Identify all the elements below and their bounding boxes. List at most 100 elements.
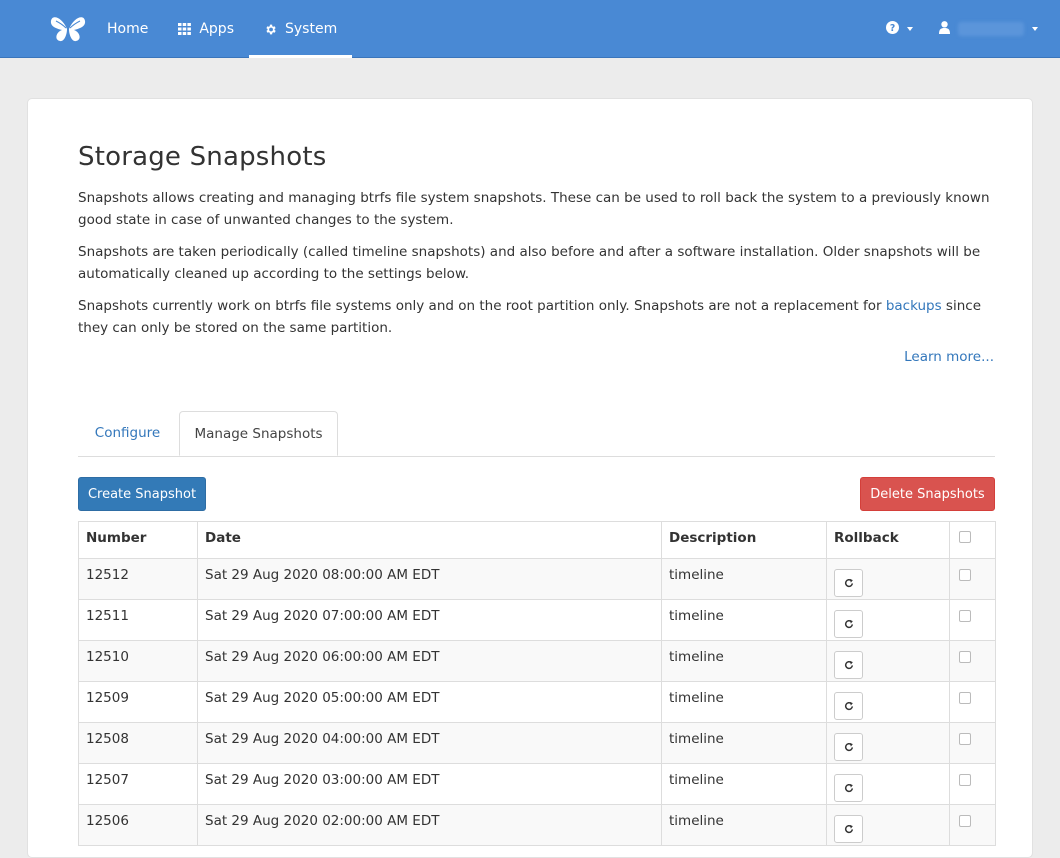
row-select-checkbox[interactable]: [959, 569, 971, 581]
table-row: 12511 Sat 29 Aug 2020 07:00:00 AM EDT time…: [78, 599, 996, 641]
row-select-checkbox[interactable]: [959, 692, 971, 704]
cell-rollback: [826, 558, 950, 600]
help-dropdown[interactable]: ?: [886, 20, 913, 38]
rollback-button[interactable]: [834, 569, 863, 597]
cell-date: Sat 29 Aug 2020 03:00:00 AM EDT: [197, 763, 662, 805]
cell-number: 12508: [78, 722, 198, 764]
cell-date: Sat 29 Aug 2020 02:00:00 AM EDT: [197, 804, 662, 846]
header-select-all: [949, 521, 996, 559]
user-dropdown[interactable]: [939, 20, 1038, 38]
cell-description: timeline: [661, 681, 827, 723]
question-circle-icon: ?: [886, 20, 899, 38]
select-all-checkbox[interactable]: [959, 531, 971, 543]
intro-paragraph-1: Snapshots allows creating and managing b…: [78, 190, 990, 228]
cell-description: timeline: [661, 558, 827, 600]
help-caret-icon: [907, 27, 913, 31]
tab-manage-snapshots[interactable]: Manage Snapshots: [179, 411, 338, 456]
top-navbar: Home Apps System ?: [0, 0, 1060, 58]
header-date: Date: [197, 521, 662, 559]
header-description: Description: [661, 521, 827, 559]
rollback-button[interactable]: [834, 692, 863, 720]
snapshots-table: Number Date Description Rollback 12512 Sa…: [78, 521, 996, 846]
row-select-checkbox[interactable]: [959, 733, 971, 745]
cell-rollback: [826, 722, 950, 764]
rollback-button[interactable]: [834, 651, 863, 679]
user-icon: [939, 20, 950, 38]
refresh-icon: [844, 660, 854, 670]
cell-number: 12509: [78, 681, 198, 723]
table-row: 12506 Sat 29 Aug 2020 02:00:00 AM EDT time…: [78, 804, 996, 846]
table-row: 12508 Sat 29 Aug 2020 04:00:00 AM EDT time…: [78, 722, 996, 764]
cell-date: Sat 29 Aug 2020 05:00:00 AM EDT: [197, 681, 662, 723]
cell-description: timeline: [661, 599, 827, 641]
cell-select: [949, 599, 996, 641]
cell-select: [949, 640, 996, 682]
grid-icon: [178, 23, 192, 35]
cell-select: [949, 763, 996, 805]
cell-number: 12512: [78, 558, 198, 600]
page-title: Storage Snapshots: [78, 142, 327, 172]
cell-number: 12511: [78, 599, 198, 641]
refresh-icon: [844, 783, 854, 793]
cell-rollback: [826, 804, 950, 846]
rollback-button[interactable]: [834, 774, 863, 802]
cell-select: [949, 558, 996, 600]
backups-link[interactable]: backups: [886, 298, 942, 314]
svg-text:?: ?: [890, 23, 895, 34]
nav-apps-label: Apps: [199, 21, 234, 37]
nav-left: Home Apps System: [48, 0, 353, 58]
learn-more-link[interactable]: Learn more...: [904, 349, 994, 365]
row-select-checkbox[interactable]: [959, 651, 971, 663]
cell-select: [949, 804, 996, 846]
cell-date: Sat 29 Aug 2020 07:00:00 AM EDT: [197, 599, 662, 641]
refresh-icon: [844, 578, 854, 588]
para3-text-a: Snapshots currently work on btrfs file s…: [78, 298, 886, 314]
cell-date: Sat 29 Aug 2020 06:00:00 AM EDT: [197, 640, 662, 682]
cell-number: 12510: [78, 640, 198, 682]
cell-number: 12506: [78, 804, 198, 846]
refresh-icon: [844, 619, 854, 629]
nav-apps[interactable]: Apps: [163, 0, 249, 58]
header-rollback: Rollback: [826, 521, 950, 559]
create-snapshot-button[interactable]: Create Snapshot: [78, 477, 206, 511]
cell-select: [949, 681, 996, 723]
row-select-checkbox[interactable]: [959, 774, 971, 786]
table-row: 12509 Sat 29 Aug 2020 05:00:00 AM EDT time…: [78, 681, 996, 723]
user-caret-icon: [1032, 27, 1038, 31]
cell-date: Sat 29 Aug 2020 08:00:00 AM EDT: [197, 558, 662, 600]
butterfly-logo[interactable]: [48, 0, 88, 58]
tab-bar: Configure Manage Snapshots: [78, 411, 995, 457]
header-number: Number: [78, 521, 198, 559]
cell-rollback: [826, 640, 950, 682]
cell-rollback: [826, 599, 950, 641]
butterfly-logo-icon: [50, 17, 86, 42]
cell-description: timeline: [661, 722, 827, 764]
nav-system[interactable]: System: [249, 0, 353, 58]
delete-snapshots-button[interactable]: Delete Snapshots: [860, 477, 995, 511]
refresh-icon: [844, 701, 854, 711]
nav-home-label: Home: [107, 21, 149, 37]
cell-date: Sat 29 Aug 2020 04:00:00 AM EDT: [197, 722, 662, 764]
cell-description: timeline: [661, 804, 827, 846]
gear-icon: [264, 23, 277, 36]
cell-rollback: [826, 763, 950, 805]
table-row: 12510 Sat 29 Aug 2020 06:00:00 AM EDT time…: [78, 640, 996, 682]
cell-description: timeline: [661, 763, 827, 805]
refresh-icon: [844, 824, 854, 834]
cell-select: [949, 722, 996, 764]
cell-number: 12507: [78, 763, 198, 805]
rollback-button[interactable]: [834, 733, 863, 761]
table-row: 12507 Sat 29 Aug 2020 03:00:00 AM EDT time…: [78, 763, 996, 805]
rollback-button[interactable]: [834, 815, 863, 843]
nav-right: ?: [864, 0, 1038, 58]
table-header-row: Number Date Description Rollback: [78, 521, 996, 559]
row-select-checkbox[interactable]: [959, 610, 971, 622]
tab-configure[interactable]: Configure: [78, 411, 177, 455]
intro-paragraph-2: Snapshots are taken periodically (called…: [78, 244, 981, 282]
cell-description: timeline: [661, 640, 827, 682]
nav-home[interactable]: Home: [92, 0, 163, 58]
row-select-checkbox[interactable]: [959, 815, 971, 827]
rollback-button[interactable]: [834, 610, 863, 638]
cell-rollback: [826, 681, 950, 723]
nav-system-label: System: [285, 21, 338, 37]
